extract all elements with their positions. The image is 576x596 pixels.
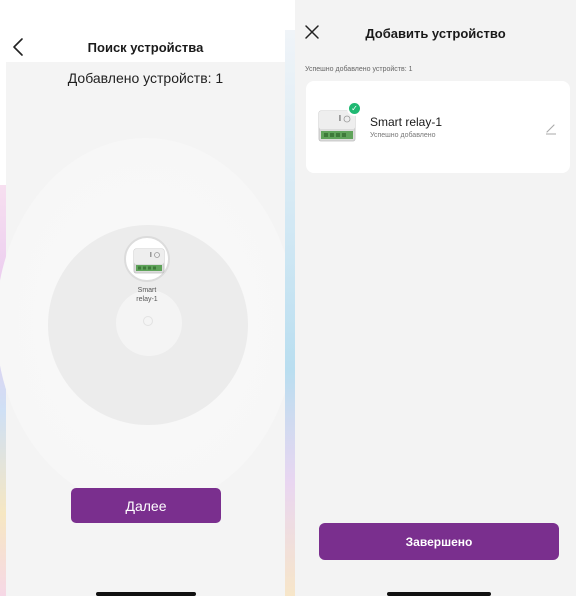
home-indicator xyxy=(387,592,491,596)
next-button[interactable]: Далее xyxy=(71,488,221,523)
done-button[interactable]: Завершено xyxy=(319,523,559,560)
device-status: Успешно добавлено xyxy=(370,132,436,139)
home-indicator xyxy=(96,592,196,596)
page-title: Поиск устройства xyxy=(87,40,204,55)
pencil-icon xyxy=(546,124,556,135)
edit-name-button[interactable] xyxy=(544,121,558,135)
search-screen: Поиск устройства Добавлено устройств: 1 … xyxy=(0,0,296,596)
checkmark-icon: ✓ xyxy=(347,101,362,116)
found-device-bubble[interactable] xyxy=(124,236,170,282)
found-device-name: Smart relay-1 xyxy=(136,287,158,303)
device-card[interactable]: ✓ Smart relay-1 Успешно добавлено xyxy=(306,81,570,173)
added-header: Добавить устройство xyxy=(295,0,576,58)
search-header: Поиск устройства xyxy=(6,0,285,62)
radar-center-dot xyxy=(143,316,153,326)
added-screen: Добавить устройство Успешно добавлено ус… xyxy=(295,0,576,596)
added-count-text: Добавлено устройств: 1 xyxy=(67,70,224,86)
screenshot-composite: Поиск устройства Добавлено устройств: 1 … xyxy=(0,0,576,596)
device-name: Smart relay-1 xyxy=(370,115,443,129)
page-title: Добавить устройство xyxy=(365,26,506,41)
relay-device-icon xyxy=(133,248,165,274)
success-count-text: Успешно добавлено устройств: 1 xyxy=(305,66,413,73)
wallpaper-strip-middle xyxy=(285,30,295,596)
